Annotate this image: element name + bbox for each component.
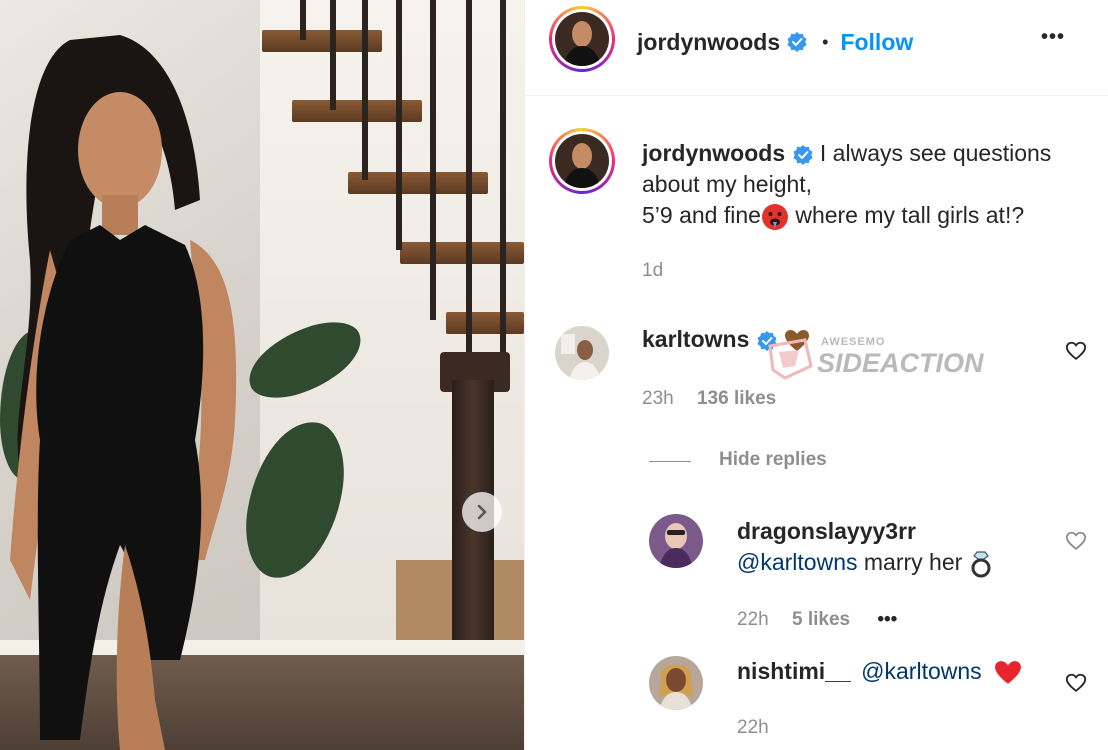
avatar-image xyxy=(649,656,703,710)
comment-meta: 23h 136 likes xyxy=(642,388,776,410)
watermark-line-1: AWESEMO xyxy=(821,336,886,348)
like-comment-heart-icon[interactable] xyxy=(1065,340,1087,362)
caption-time[interactable]: 1d xyxy=(642,260,663,282)
reply-avatar[interactable] xyxy=(649,514,703,568)
post-header: jordynwoods • Follow ••• xyxy=(525,0,1108,96)
next-arrow-icon xyxy=(477,504,487,520)
verified-badge-icon xyxy=(793,144,813,165)
caption-text: jordynwoods I always see questions about… xyxy=(642,138,1082,231)
author-avatar[interactable] xyxy=(549,6,615,72)
watermark-line-2: SIDEACTION xyxy=(817,348,984,378)
reply-time[interactable]: 22h xyxy=(737,717,769,739)
comment-time[interactable]: 23h xyxy=(642,388,674,409)
caption-username[interactable]: jordynwoods xyxy=(642,140,785,166)
ring-emoji xyxy=(971,551,991,578)
caption-line-3a: 5’9 and fine xyxy=(642,202,761,228)
comment-likes[interactable]: 136 likes xyxy=(697,388,776,409)
reply-time[interactable]: 22h xyxy=(737,609,769,630)
like-reply-heart-icon[interactable] xyxy=(1065,672,1087,694)
next-photo-button[interactable] xyxy=(462,492,502,532)
hide-replies-button[interactable]: Hide replies xyxy=(719,449,827,471)
replies-divider xyxy=(649,461,691,462)
reply-likes[interactable]: 5 likes xyxy=(792,609,850,630)
avatar-image xyxy=(649,514,703,568)
avatar-image xyxy=(555,326,609,380)
author-username[interactable]: jordynwoods xyxy=(637,29,780,56)
post-side-panel: jordynwoods • Follow ••• jordynwoods I a… xyxy=(524,0,1108,750)
verified-badge-icon xyxy=(787,32,807,52)
photo-person xyxy=(10,35,237,750)
reply-avatar[interactable] xyxy=(649,656,703,710)
reply-username[interactable]: dragonslayyy3rr xyxy=(737,516,993,547)
reply-body: nishtimi__ @karltowns xyxy=(737,658,1022,686)
header-separator: • xyxy=(822,31,829,52)
reply-mention[interactable]: @karltowns xyxy=(737,549,858,575)
watermark-logo xyxy=(768,338,813,380)
caption-line-1: I always see questions xyxy=(819,140,1052,166)
reply-username[interactable]: nishtimi__ xyxy=(737,658,851,684)
red-heart-emoji xyxy=(995,661,1021,684)
caption-line-2: about my height, xyxy=(642,171,813,197)
more-options-button[interactable]: ••• xyxy=(1041,26,1065,49)
follow-button[interactable]: Follow xyxy=(840,29,913,56)
hot-face-emoji xyxy=(761,203,788,230)
reply-mention[interactable]: @karltowns xyxy=(861,658,982,684)
caption-line-3b: where my tall girls at!? xyxy=(788,202,1025,228)
reply-text: marry her xyxy=(857,549,969,575)
caption-avatar[interactable] xyxy=(549,128,615,194)
commenter-avatar[interactable] xyxy=(555,326,609,380)
reply-meta: 22h 5 likes ••• xyxy=(737,609,897,631)
like-reply-heart-icon[interactable] xyxy=(1065,530,1087,552)
comment-username[interactable]: karltowns xyxy=(642,326,749,352)
post-photo[interactable] xyxy=(0,0,524,750)
reply-more-button[interactable]: ••• xyxy=(877,609,897,630)
reply-body: dragonslayyy3rr @karltowns marry her xyxy=(737,516,993,578)
avatar-image xyxy=(555,12,609,66)
avatar-image xyxy=(555,134,609,188)
